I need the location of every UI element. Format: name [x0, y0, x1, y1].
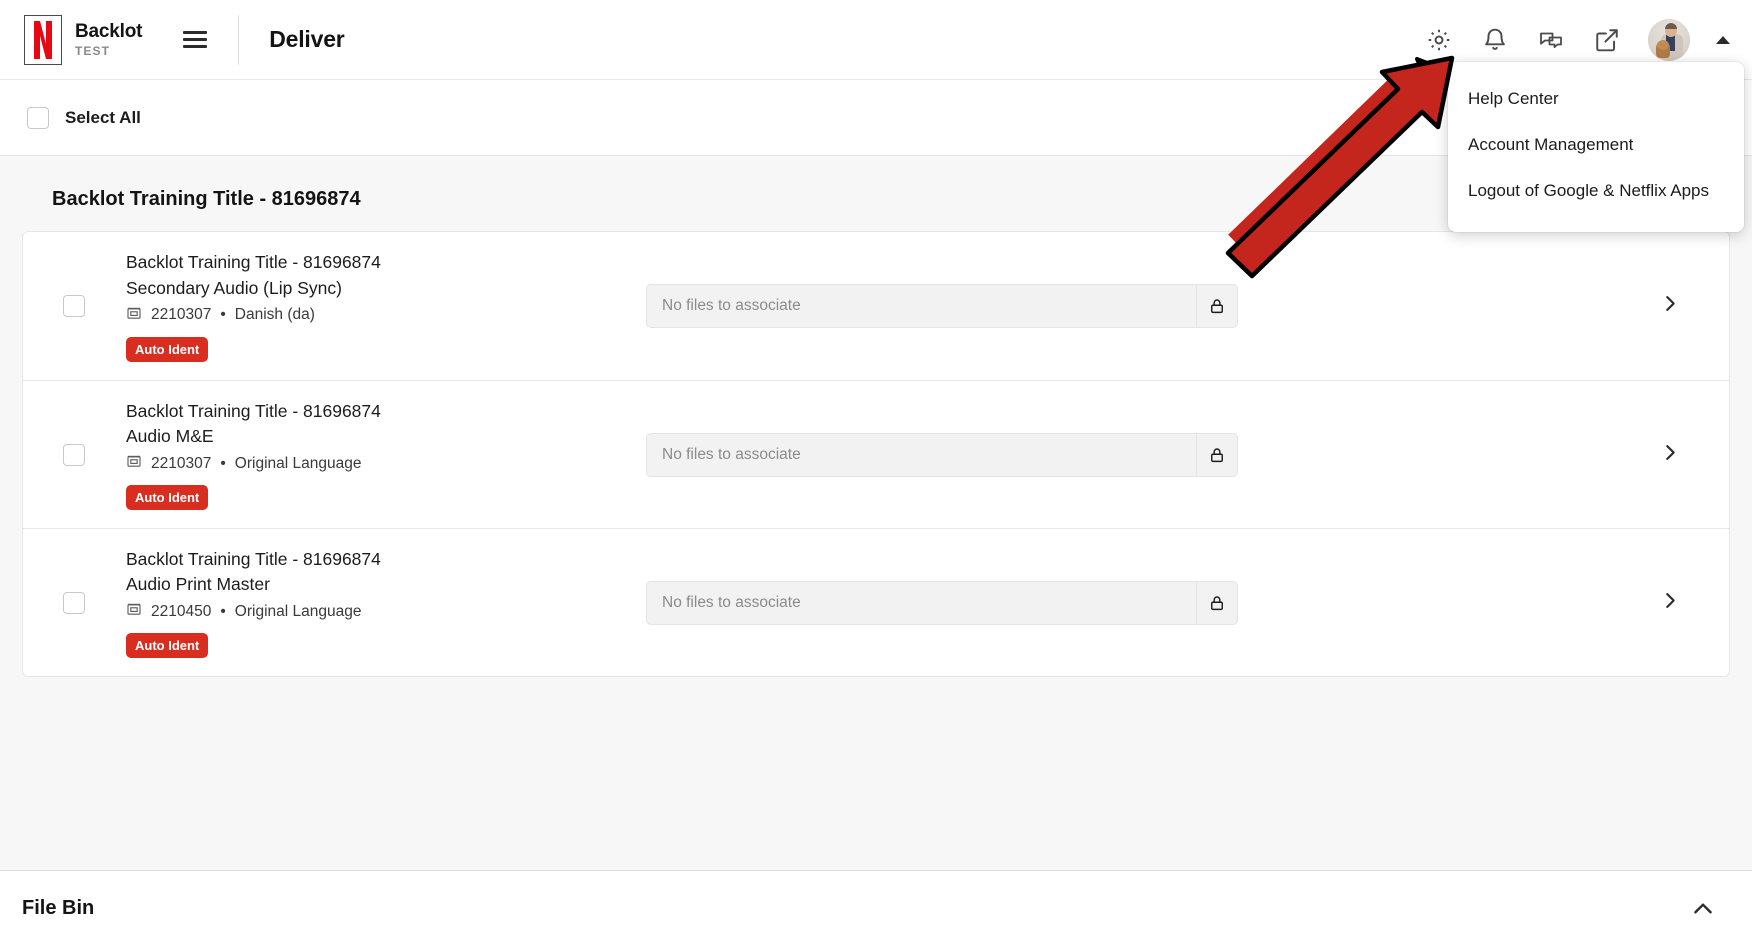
header-divider	[238, 14, 240, 65]
associate-files-control[interactable]: No files to associate	[646, 580, 1238, 625]
row-title: Backlot Training Title - 81696874	[126, 400, 381, 421]
bell-icon[interactable]	[1480, 25, 1510, 55]
package-icon	[126, 601, 142, 622]
chat-icon[interactable]	[1536, 25, 1566, 55]
associate-files-placeholder: No files to associate	[646, 432, 1196, 477]
gear-icon[interactable]	[1424, 25, 1454, 55]
table-row[interactable]: Backlot Training Title - 81696874 Audio …	[23, 528, 1729, 676]
row-meta-separator: •	[220, 306, 226, 324]
row-info: Backlot Training Title - 81696874 Audio …	[126, 399, 646, 511]
row-meta-separator: •	[220, 602, 226, 620]
associate-files-placeholder: No files to associate	[646, 580, 1196, 625]
row-meta-separator: •	[220, 454, 226, 472]
row-meta-id: 2210450	[151, 602, 212, 620]
brand-name: Backlot	[75, 20, 143, 42]
page-title: Deliver	[269, 26, 345, 52]
select-all-control[interactable]: Select All	[0, 106, 141, 129]
lock-icon[interactable]	[1196, 284, 1238, 328]
menu-item-logout[interactable]: Logout of Google & Netflix Apps	[1448, 168, 1744, 214]
row-info: Backlot Training Title - 81696874 Audio …	[126, 547, 646, 659]
chevron-up-icon[interactable]	[1690, 896, 1752, 922]
chevron-right-icon[interactable]	[1659, 441, 1681, 468]
status-badge: Auto Ident	[126, 336, 209, 362]
package-icon	[126, 305, 142, 326]
row-checkbox[interactable]	[63, 295, 85, 317]
select-all-checkbox[interactable]	[27, 106, 49, 129]
associate-files-placeholder: No files to associate	[646, 284, 1196, 328]
header-actions	[1424, 18, 1752, 61]
file-bin-panel[interactable]: File Bin	[0, 870, 1752, 946]
main-content: Backlot Training Title - 81696874 Backlo…	[0, 156, 1752, 870]
row-info: Backlot Training Title - 81696874 Second…	[126, 250, 646, 362]
chevron-right-icon[interactable]	[1659, 589, 1681, 616]
row-subtitle: Audio Print Master	[126, 574, 270, 594]
row-title: Backlot Training Title - 81696874	[126, 548, 381, 569]
package-icon	[126, 453, 142, 474]
status-badge: Auto Ident	[126, 485, 209, 511]
chevron-right-icon[interactable]	[1659, 293, 1681, 320]
external-link-icon[interactable]	[1592, 25, 1622, 55]
row-meta: 2210450 • Original Language	[126, 601, 646, 622]
asset-list: Backlot Training Title - 81696874 Second…	[22, 231, 1730, 677]
menu-item-account-management[interactable]: Account Management	[1448, 122, 1744, 168]
avatar-dog-head	[1657, 39, 1669, 50]
row-checkbox[interactable]	[63, 443, 85, 466]
account-menu: Help Center Account Management Logout of…	[1448, 62, 1744, 232]
associate-files-control[interactable]: No files to associate	[646, 284, 1238, 328]
table-row[interactable]: Backlot Training Title - 81696874 Second…	[23, 232, 1729, 380]
row-meta: 2210307 • Original Language	[126, 453, 646, 474]
avatar[interactable]	[1648, 18, 1690, 61]
lock-icon[interactable]	[1196, 580, 1238, 625]
status-badge: Auto Ident	[126, 633, 209, 659]
caret-up-icon[interactable]	[1716, 35, 1730, 44]
app-root: Backlot TEST Deliver Help Center Account…	[0, 0, 1752, 946]
row-subtitle: Secondary Audio (Lip Sync)	[126, 277, 342, 298]
brand-text: Backlot TEST	[75, 20, 143, 58]
row-meta-language: Danish (da)	[234, 306, 315, 324]
row-meta-language: Original Language	[234, 602, 362, 620]
row-meta-id: 2210307	[151, 306, 212, 324]
associate-files-control[interactable]: No files to associate	[646, 432, 1238, 477]
select-all-label: Select All	[65, 107, 141, 127]
row-meta: 2210307 • Danish (da)	[126, 305, 646, 326]
row-title: Backlot Training Title - 81696874	[126, 252, 381, 273]
hamburger-icon[interactable]	[178, 23, 212, 57]
row-checkbox[interactable]	[63, 591, 85, 614]
brand-environment: TEST	[75, 43, 111, 58]
brand[interactable]: Backlot TEST	[0, 14, 143, 65]
netflix-logo-icon	[24, 14, 62, 65]
file-bin-title: File Bin	[22, 897, 95, 919]
hamburger-lines	[183, 27, 208, 53]
row-meta-language: Original Language	[234, 454, 362, 472]
lock-icon[interactable]	[1196, 432, 1238, 477]
row-subtitle: Audio M&E	[126, 426, 214, 446]
table-row[interactable]: Backlot Training Title - 81696874 Audio …	[23, 380, 1729, 528]
row-meta-id: 2210307	[151, 454, 212, 472]
menu-item-help-center[interactable]: Help Center	[1448, 76, 1744, 122]
